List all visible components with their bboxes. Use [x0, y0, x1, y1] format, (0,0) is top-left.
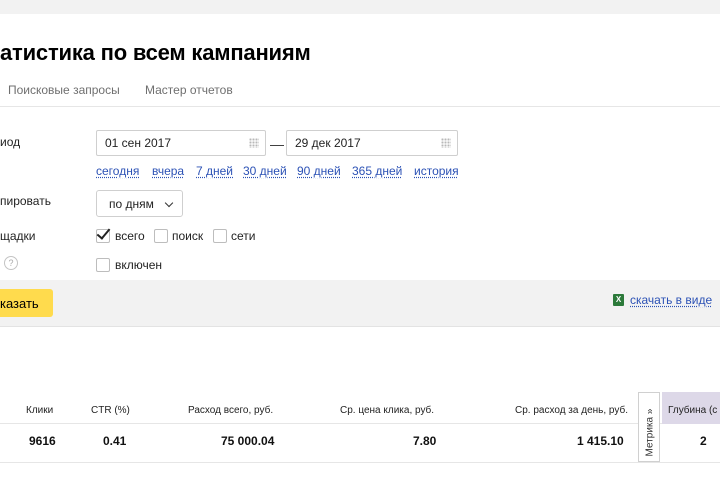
column-header-avg-cpc[interactable]: Ср. цена клика, руб.: [340, 405, 434, 416]
excel-icon[interactable]: X: [613, 294, 624, 306]
quick-link-90-days[interactable]: 90 дней: [297, 164, 341, 178]
date-to-value: 29 дек 2017: [295, 136, 361, 150]
table-row-divider: [0, 462, 720, 463]
chevron-down-icon: [164, 198, 174, 208]
checkbox-enabled[interactable]: [96, 258, 110, 272]
checkbox-all[interactable]: [96, 229, 110, 243]
cell-avg-daily-spend: 1 415.10: [577, 434, 624, 448]
cell-depth: 2: [700, 434, 707, 448]
cell-total-spend: 75 000.04: [221, 434, 275, 448]
calendar-icon[interactable]: [249, 138, 259, 148]
date-range-dash: —: [270, 136, 284, 152]
cell-ctr: 0.41: [103, 434, 127, 448]
checkbox-search-label[interactable]: поиск: [172, 229, 203, 243]
checkbox-networks[interactable]: [213, 229, 227, 243]
show-button-label: казать: [0, 296, 39, 311]
top-bar: [0, 0, 720, 14]
sites-label: щадки: [0, 229, 36, 243]
grouping-selected-value: по дням: [109, 197, 154, 211]
help-icon[interactable]: ?: [4, 256, 18, 270]
column-header-total-spend[interactable]: Расход всего, руб.: [188, 405, 273, 416]
tab-report-wizard[interactable]: Мастер отчетов: [145, 83, 233, 97]
tabs-divider: [0, 106, 720, 107]
column-header-depth-cell[interactable]: Глубина (с: [662, 392, 720, 424]
checkbox-all-label[interactable]: всего: [115, 229, 145, 243]
period-label: иод: [0, 135, 21, 149]
date-from-input[interactable]: 01 сен 2017: [96, 130, 266, 156]
quick-link-7-days[interactable]: 7 дней: [196, 164, 233, 178]
page-title: атистика по всем кампаниям: [0, 40, 311, 65]
column-header-clicks[interactable]: Клики: [26, 405, 53, 416]
cell-avg-cpc: 7.80: [413, 434, 437, 448]
quick-link-history[interactable]: история: [414, 164, 459, 178]
quick-link-30-days[interactable]: 30 дней: [243, 164, 287, 178]
quick-link-yesterday[interactable]: вчера: [152, 164, 184, 178]
checkbox-networks-label[interactable]: сети: [231, 229, 255, 243]
grouping-label: пировать: [0, 194, 51, 208]
metrika-toggle-tab[interactable]: Метрика »: [638, 392, 660, 462]
action-bar: казать X скачать в виде: [0, 280, 720, 327]
cell-clicks: 9616: [29, 434, 56, 448]
date-from-value: 01 сен 2017: [105, 136, 172, 150]
checkbox-enabled-label[interactable]: включен: [115, 258, 162, 272]
quick-link-365-days[interactable]: 365 дней: [352, 164, 402, 178]
quick-link-today[interactable]: сегодня: [96, 164, 139, 178]
grouping-select[interactable]: по дням: [96, 190, 183, 217]
table-header-divider: [0, 423, 720, 424]
show-button[interactable]: казать: [0, 289, 53, 317]
column-header-depth: Глубина (с: [668, 405, 718, 416]
date-to-input[interactable]: 29 дек 2017: [286, 130, 458, 156]
column-header-avg-daily-spend[interactable]: Ср. расход за день, руб.: [515, 405, 628, 416]
download-link[interactable]: скачать в виде: [630, 293, 712, 307]
metrika-tab-label: Метрика »: [644, 408, 656, 457]
tab-search-queries[interactable]: Поисковые запросы: [8, 83, 120, 97]
calendar-icon[interactable]: [441, 138, 451, 148]
checkbox-search[interactable]: [154, 229, 168, 243]
column-header-ctr[interactable]: CTR (%): [91, 405, 130, 416]
